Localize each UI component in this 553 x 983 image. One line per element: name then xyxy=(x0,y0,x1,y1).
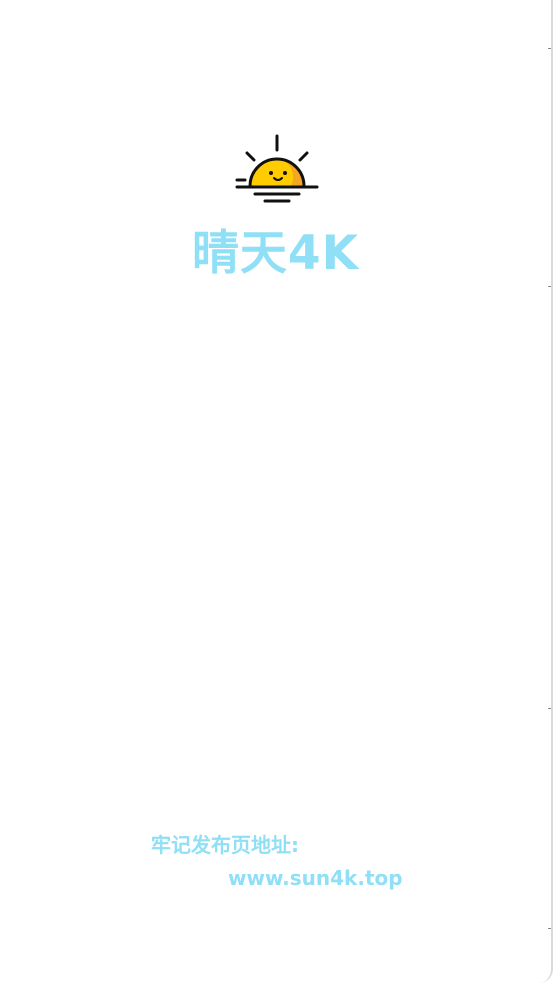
publish-page-label: 牢记发布页地址: xyxy=(151,833,299,857)
publish-page-url[interactable]: www.sun4k.top xyxy=(228,863,403,893)
edge-tick xyxy=(548,708,551,709)
app-title: 晴天4K xyxy=(191,226,360,281)
splash-screen: 晴天4K 牢记发布页地址: www.sun4k.top xyxy=(0,0,553,983)
edge-tick xyxy=(548,286,551,287)
sunrise-icon xyxy=(235,134,319,203)
edge-tick xyxy=(548,928,551,929)
edge-tick xyxy=(548,48,551,49)
